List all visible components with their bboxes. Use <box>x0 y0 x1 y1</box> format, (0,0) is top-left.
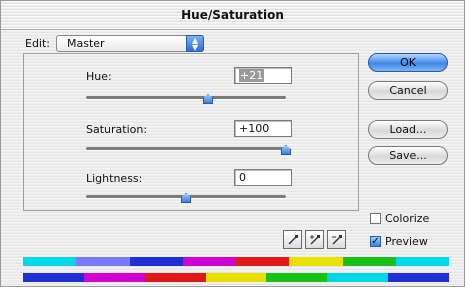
output-spectrum-segment <box>205 273 267 282</box>
saturation-slider-track[interactable] <box>86 147 286 150</box>
lightness-label: Lightness: <box>86 172 143 185</box>
eyedropper-minus-icon <box>331 234 342 244</box>
output-spectrum-segment <box>388 273 450 282</box>
adjustment-panel: Hue: +21 Saturation: +100 Lightness: 0 <box>23 53 359 211</box>
hue-saturation-dialog: Hue/Saturation Edit: Master ▲ ▼ Hue: +21 … <box>0 0 465 287</box>
load-button[interactable]: Load... <box>368 120 448 139</box>
edit-selected-value: Master <box>67 37 105 50</box>
saturation-value: +100 <box>239 122 270 135</box>
saturation-field[interactable]: +100 <box>234 120 292 137</box>
input-spectrum-segment <box>76 257 130 266</box>
preview-label: Preview <box>385 235 428 248</box>
eyedropper-button[interactable] <box>283 230 302 249</box>
input-spectrum-segment <box>129 257 183 266</box>
input-spectrum-segment <box>289 257 343 266</box>
edit-row: Edit: Master ▲ ▼ <box>25 35 205 52</box>
dialog-title: Hue/Saturation <box>181 8 284 22</box>
hue-slider-track[interactable] <box>86 96 286 99</box>
lightness-field[interactable]: 0 <box>234 169 292 186</box>
lightness-value: 0 <box>239 171 246 184</box>
output-spectrum-segment <box>23 273 84 282</box>
input-spectrum-segment <box>342 257 396 266</box>
preview-row[interactable]: ✓ Preview <box>370 235 428 248</box>
input-spectrum-segment <box>182 257 236 266</box>
output-spectrum-segment <box>83 273 145 282</box>
input-spectrum-segment <box>236 257 290 266</box>
save-button[interactable]: Save... <box>368 146 448 165</box>
saturation-label: Saturation: <box>86 123 148 136</box>
cancel-button[interactable]: Cancel <box>368 81 448 100</box>
eyedropper-add-button[interactable] <box>305 230 324 249</box>
hue-field[interactable]: +21 <box>234 67 292 84</box>
input-spectrum-segment <box>395 257 449 266</box>
input-spectrum-segment <box>23 257 77 266</box>
preview-checkbox[interactable]: ✓ <box>370 236 381 247</box>
edit-popup-menu[interactable]: Master ▲ ▼ <box>56 35 205 52</box>
output-spectrum-segment <box>266 273 328 282</box>
ok-button[interactable]: OK <box>368 53 448 72</box>
popup-arrows-icon: ▲ ▼ <box>186 35 205 52</box>
eyedropper-icon <box>288 234 298 244</box>
colorize-label: Colorize <box>385 212 430 225</box>
eyedropper-subtract-button[interactable] <box>327 230 346 249</box>
edit-label: Edit: <box>25 37 51 50</box>
hue-value: +21 <box>239 69 265 82</box>
colorize-checkbox[interactable] <box>370 213 381 224</box>
output-spectrum-segment <box>144 273 206 282</box>
eyedropper-plus-icon <box>309 234 320 244</box>
hue-label: Hue: <box>86 70 112 83</box>
output-spectrum-segment <box>327 273 389 282</box>
title-bar[interactable]: Hue/Saturation <box>1 1 464 30</box>
input-color-bar <box>23 257 449 266</box>
colorize-row[interactable]: Colorize <box>370 212 429 225</box>
output-color-bar <box>23 273 450 282</box>
